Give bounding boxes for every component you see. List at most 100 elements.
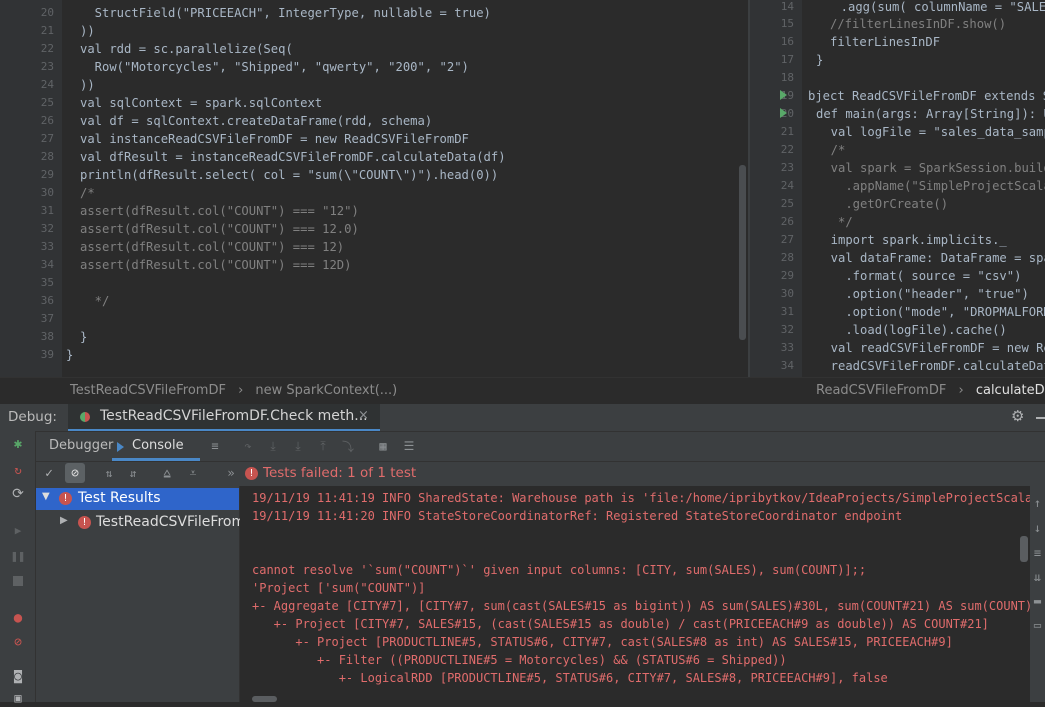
line-number: 32 (780, 323, 794, 336)
close-icon[interactable]: × (358, 408, 369, 423)
trace-icon[interactable]: ☰ (400, 437, 418, 455)
console-line: 19/11/19 11:41:19 INFO SharedState: Ware… (252, 491, 1045, 505)
test-toolbar: ✓ ⊘ ⇅ ⇵ ⩠ ⩡ » ! Tests failed: 1 of 1 tes… (36, 462, 1045, 485)
debug-tool-window: Debug: TestReadCSVFileFromDF.Check meth.… (0, 404, 1045, 705)
line-number: 27 (780, 233, 794, 246)
mute-breakpoints-icon[interactable]: ⊘ (9, 633, 27, 651)
gear-icon[interactable]: ⚙ (1011, 407, 1024, 425)
debug-tabs-row: Debugger Console ≡ ↷ ⤓ ⤓ ⤒ ⤵ ▦ ☰ (36, 431, 1045, 462)
test-status-text: Tests failed: 1 of 1 test (263, 465, 417, 481)
breadcrumb-item[interactable]: TestReadCSVFileFromDF (70, 383, 226, 398)
line-number: 33 (780, 341, 794, 354)
collapse-all-icon[interactable]: ⩡ (184, 464, 202, 482)
soft-wrap-icon[interactable]: ≡ (1030, 546, 1045, 560)
view-breakpoints-icon[interactable]: ● (9, 609, 27, 627)
sort-alpha-icon[interactable]: ⇅ (100, 464, 118, 482)
console-hscrollbar[interactable] (252, 696, 277, 702)
expand-all-icon[interactable]: ⩠ (158, 464, 176, 482)
chevron-right-icon: ▶ (60, 515, 68, 526)
breadcrumb-item[interactable]: new SparkContext(...) (255, 383, 397, 398)
pause-icon[interactable]: ❚❚ (9, 547, 27, 565)
line-number: 28 (780, 251, 794, 264)
sort-duration-icon[interactable]: ⇵ (124, 464, 142, 482)
line-number: 23 (780, 161, 794, 174)
step-out-icon[interactable]: ⤒ (314, 437, 332, 455)
line-number: 21 (40, 24, 54, 37)
breadcrumb-item[interactable]: calculateDa (976, 383, 1045, 398)
left-code-area[interactable]: StructField("PRICEEACH", IntegerType, nu… (66, 0, 738, 377)
breadcrumb-item[interactable]: ReadCSVFileFromDF (816, 383, 946, 398)
code-line: /* (80, 186, 95, 200)
console-scrollbar[interactable] (1020, 536, 1028, 562)
chevron-down-icon: ▼ (42, 491, 50, 502)
tab-debugger[interactable]: Debugger (49, 438, 113, 453)
line-number: 33 (40, 240, 54, 253)
line-number: 22 (780, 143, 794, 156)
console-line: +- LogicalRDD [PRODUCTLINE#5, STATUS#6, … (252, 671, 888, 685)
camera-icon[interactable]: ◙ (9, 667, 27, 685)
rerun-tests-icon[interactable]: ⟳ (9, 485, 27, 503)
step-into-icon[interactable]: ⤓ (264, 437, 282, 455)
left-editor-scrollbar[interactable] (739, 165, 746, 340)
stop-icon[interactable] (9, 572, 27, 590)
right-editor[interactable]: 14 15 16 17 18 19 20 21 22 23 24 25 26 2… (750, 0, 1045, 377)
right-code-area[interactable]: .agg(sum( columnName = "SALES" //filterL… (808, 0, 1045, 377)
scroll-up-icon[interactable]: ↑ (1030, 496, 1045, 510)
tree-row-test-results[interactable]: ▼ ! Test Results (36, 488, 239, 510)
breadcrumb: ReadCSVFileFromDF › calculateDa (816, 378, 1045, 404)
print-icon[interactable]: ▬ (1030, 594, 1045, 608)
line-number: 27 (40, 132, 54, 145)
code-line: val readCSVFileFromDF = new Rea (816, 341, 1045, 355)
code-line: filterLinesInDF (830, 35, 941, 49)
run-to-cursor-icon[interactable]: ⤵ (339, 437, 357, 455)
console-line: +- Aggregate [CITY#7], [CITY#7, sum(cast… (252, 599, 1045, 613)
session-tab-label: TestReadCSVFileFromDF.Check meth... (100, 408, 368, 424)
run-gutter-icon[interactable] (780, 90, 787, 100)
left-gutter: 20 21 22 23 24 25 26 27 28 29 30 31 32 3… (0, 0, 62, 377)
evaluate-icon[interactable]: ▦ (374, 437, 392, 455)
console-output[interactable]: 19/11/19 11:41:19 INFO SharedState: Ware… (240, 486, 1045, 702)
console-line: +- Project [PRODUCTLINE#5, STATUS#6, CIT… (252, 635, 953, 649)
settings-icon[interactable]: ▣ (9, 689, 27, 707)
run-gutter-icon[interactable] (780, 108, 787, 118)
line-number: 31 (40, 204, 54, 217)
code-line: /* (816, 143, 846, 157)
line-number: 23 (40, 60, 54, 73)
scroll-to-end-icon[interactable]: ⇊ (1030, 570, 1045, 584)
left-editor[interactable]: 20 21 22 23 24 25 26 27 28 29 30 31 32 3… (0, 0, 748, 377)
breadcrumb-bar: TestReadCSVFileFromDF › new SparkContext… (0, 377, 1045, 404)
step-over-icon[interactable]: ↷ (239, 437, 257, 455)
line-number: 30 (780, 287, 794, 300)
line-number: 18 (780, 71, 794, 84)
test-results-tree[interactable]: ▼ ! Test Results ▶ ! TestReadCSVFileFrom (36, 486, 245, 702)
code-line: */ (80, 294, 110, 308)
force-step-into-icon[interactable]: ⤓ (289, 437, 307, 455)
line-number: 24 (40, 78, 54, 91)
code-line: .getOrCreate() (816, 197, 949, 211)
code-line: assert(dfResult.col("COUNT") === 12) (80, 240, 345, 254)
right-gutter: 14 15 16 17 18 19 20 21 22 23 24 25 26 2… (750, 0, 802, 377)
show-passed-icon[interactable]: ✓ (40, 464, 58, 482)
resume-icon[interactable]: ▶ (9, 521, 27, 539)
line-number: 22 (40, 42, 54, 55)
menu-icon[interactable]: ≡ (206, 437, 224, 455)
line-number: 16 (780, 35, 794, 48)
tab-console[interactable]: Console (112, 431, 202, 461)
console-line: cannot resolve '`sum("COUNT")`' given in… (252, 563, 867, 577)
line-number: 34 (780, 359, 794, 372)
debug-session-tab[interactable]: TestReadCSVFileFromDF.Check meth... × (68, 404, 380, 431)
show-ignored-icon[interactable]: ⊘ (65, 463, 85, 483)
scroll-down-icon[interactable]: ↓ (1030, 521, 1045, 535)
bug-icon[interactable]: ✱ (9, 435, 27, 453)
clear-icon[interactable]: ▭ (1030, 618, 1045, 632)
more-icon[interactable]: » (222, 464, 240, 482)
minimize-icon[interactable] (1036, 417, 1045, 419)
tree-row-test-class[interactable]: ▶ ! TestReadCSVFileFrom (36, 512, 245, 534)
tree-item-label: TestReadCSVFileFrom (96, 514, 246, 530)
code-line: val dfResult = instanceReadCSVFileFromDF… (80, 150, 506, 164)
line-number: 26 (40, 114, 54, 127)
rerun-failed-icon[interactable]: ↻ (9, 461, 27, 479)
